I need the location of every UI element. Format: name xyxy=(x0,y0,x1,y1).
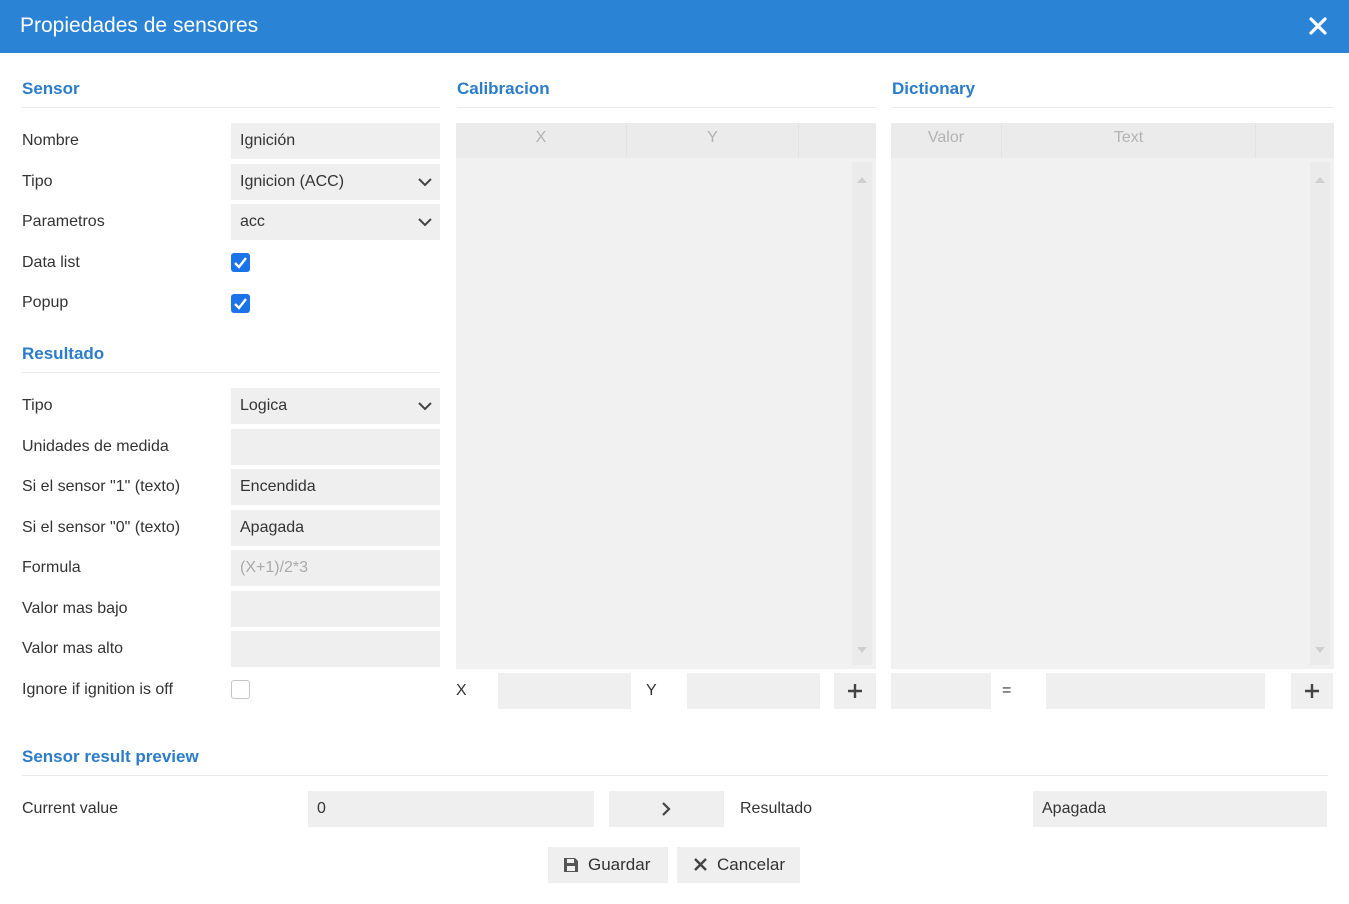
datalist-checkbox[interactable] xyxy=(231,253,250,272)
max-value-input[interactable] xyxy=(231,631,440,667)
result-heading: Resultado xyxy=(22,344,105,363)
divider xyxy=(457,107,876,108)
calibration-table-header: X Y xyxy=(456,123,876,158)
check-icon xyxy=(234,298,247,310)
min-value-input[interactable] xyxy=(231,591,440,627)
dictionary-text-input[interactable] xyxy=(1046,673,1265,709)
dialog-title: Propiedades de sensores xyxy=(20,14,259,37)
divider xyxy=(22,372,440,373)
divider xyxy=(22,107,440,108)
equals-sign: = xyxy=(1002,682,1012,699)
params-value: acc xyxy=(240,213,265,230)
formula-input[interactable]: (X+1)/2*3 xyxy=(231,550,440,586)
dictionary-table: Valor Text xyxy=(891,123,1334,669)
close-icon[interactable] xyxy=(1307,15,1329,37)
min-value-label: Valor mas bajo xyxy=(22,600,128,617)
units-input[interactable] xyxy=(231,429,440,465)
dictionary-heading: Dictionary xyxy=(892,79,976,98)
scroll-down-icon[interactable] xyxy=(857,647,867,653)
calibration-y-label: Y xyxy=(646,682,657,699)
calibration-x-input[interactable] xyxy=(498,673,631,709)
chevron-right-icon xyxy=(662,802,671,816)
add-calibration-button[interactable] xyxy=(834,673,876,709)
floppy-disk-icon xyxy=(564,858,578,872)
ignore-ignition-label: Ignore if ignition is off xyxy=(22,681,173,698)
calibration-scrollbar[interactable] xyxy=(852,162,872,665)
preview-result-output xyxy=(1033,791,1327,827)
divider xyxy=(22,775,1328,776)
result-type-label: Tipo xyxy=(22,397,53,414)
params-label: Parametros xyxy=(22,213,105,230)
off-text-label: Si el sensor "0" (texto) xyxy=(22,519,181,536)
ignore-ignition-checkbox[interactable] xyxy=(231,680,250,699)
chevron-down-icon xyxy=(418,178,432,187)
calibration-col-x[interactable]: X xyxy=(456,123,627,158)
compute-preview-button[interactable] xyxy=(609,791,724,827)
calibration-x-label: X xyxy=(456,682,467,699)
on-text-label: Si el sensor "1" (texto) xyxy=(22,478,181,495)
name-label: Nombre xyxy=(22,132,79,149)
plus-icon xyxy=(848,684,862,698)
cancel-button[interactable]: Cancelar xyxy=(677,847,800,883)
dictionary-value-input[interactable] xyxy=(891,673,991,709)
formula-label: Formula xyxy=(22,559,81,576)
current-value-label: Current value xyxy=(22,800,119,817)
dictionary-col-actions xyxy=(1256,123,1334,158)
calibration-heading: Calibracion xyxy=(457,79,550,98)
datalist-label: Data list xyxy=(22,254,80,271)
type-label: Tipo xyxy=(22,173,53,190)
cancel-button-label: Cancelar xyxy=(717,855,786,874)
sensor-type-value: Ignicion (ACC) xyxy=(240,173,345,190)
result-type-select[interactable]: Logica xyxy=(231,388,440,424)
params-select[interactable]: acc xyxy=(231,204,440,240)
scroll-up-icon[interactable] xyxy=(857,177,867,183)
current-value-input[interactable] xyxy=(308,791,594,827)
chevron-down-icon xyxy=(418,218,432,227)
x-icon xyxy=(694,858,707,871)
popup-label: Popup xyxy=(22,294,69,311)
units-label: Unidades de medida xyxy=(22,438,169,455)
dialog-titlebar: Propiedades de sensores xyxy=(0,0,1349,53)
sensor-heading: Sensor xyxy=(22,79,80,98)
divider xyxy=(892,107,1334,108)
dictionary-col-value[interactable]: Valor xyxy=(891,123,1002,158)
preview-heading: Sensor result preview xyxy=(22,747,199,766)
chevron-down-icon xyxy=(418,402,432,411)
add-dictionary-button[interactable] xyxy=(1291,673,1333,709)
name-input[interactable] xyxy=(231,123,440,159)
scroll-up-icon[interactable] xyxy=(1315,177,1325,183)
check-icon xyxy=(234,257,247,269)
scroll-down-icon[interactable] xyxy=(1315,647,1325,653)
off-text-input[interactable] xyxy=(231,510,440,546)
save-button-label: Guardar xyxy=(588,855,651,874)
sensor-type-select[interactable]: Ignicion (ACC) xyxy=(231,164,440,200)
dictionary-col-text[interactable]: Text xyxy=(1002,123,1256,158)
calibration-col-actions xyxy=(799,123,876,158)
on-text-input[interactable] xyxy=(231,469,440,505)
calibration-table: X Y xyxy=(456,123,876,669)
calibration-y-input[interactable] xyxy=(687,673,820,709)
dictionary-table-header: Valor Text xyxy=(891,123,1334,158)
max-value-label: Valor mas alto xyxy=(22,640,124,657)
popup-checkbox[interactable] xyxy=(231,294,250,313)
result-type-value: Logica xyxy=(240,397,288,414)
dictionary-scrollbar[interactable] xyxy=(1310,162,1330,665)
save-button[interactable]: Guardar xyxy=(548,847,668,883)
preview-result-label: Resultado xyxy=(740,800,813,817)
calibration-col-y[interactable]: Y xyxy=(627,123,799,158)
plus-icon xyxy=(1305,684,1319,698)
